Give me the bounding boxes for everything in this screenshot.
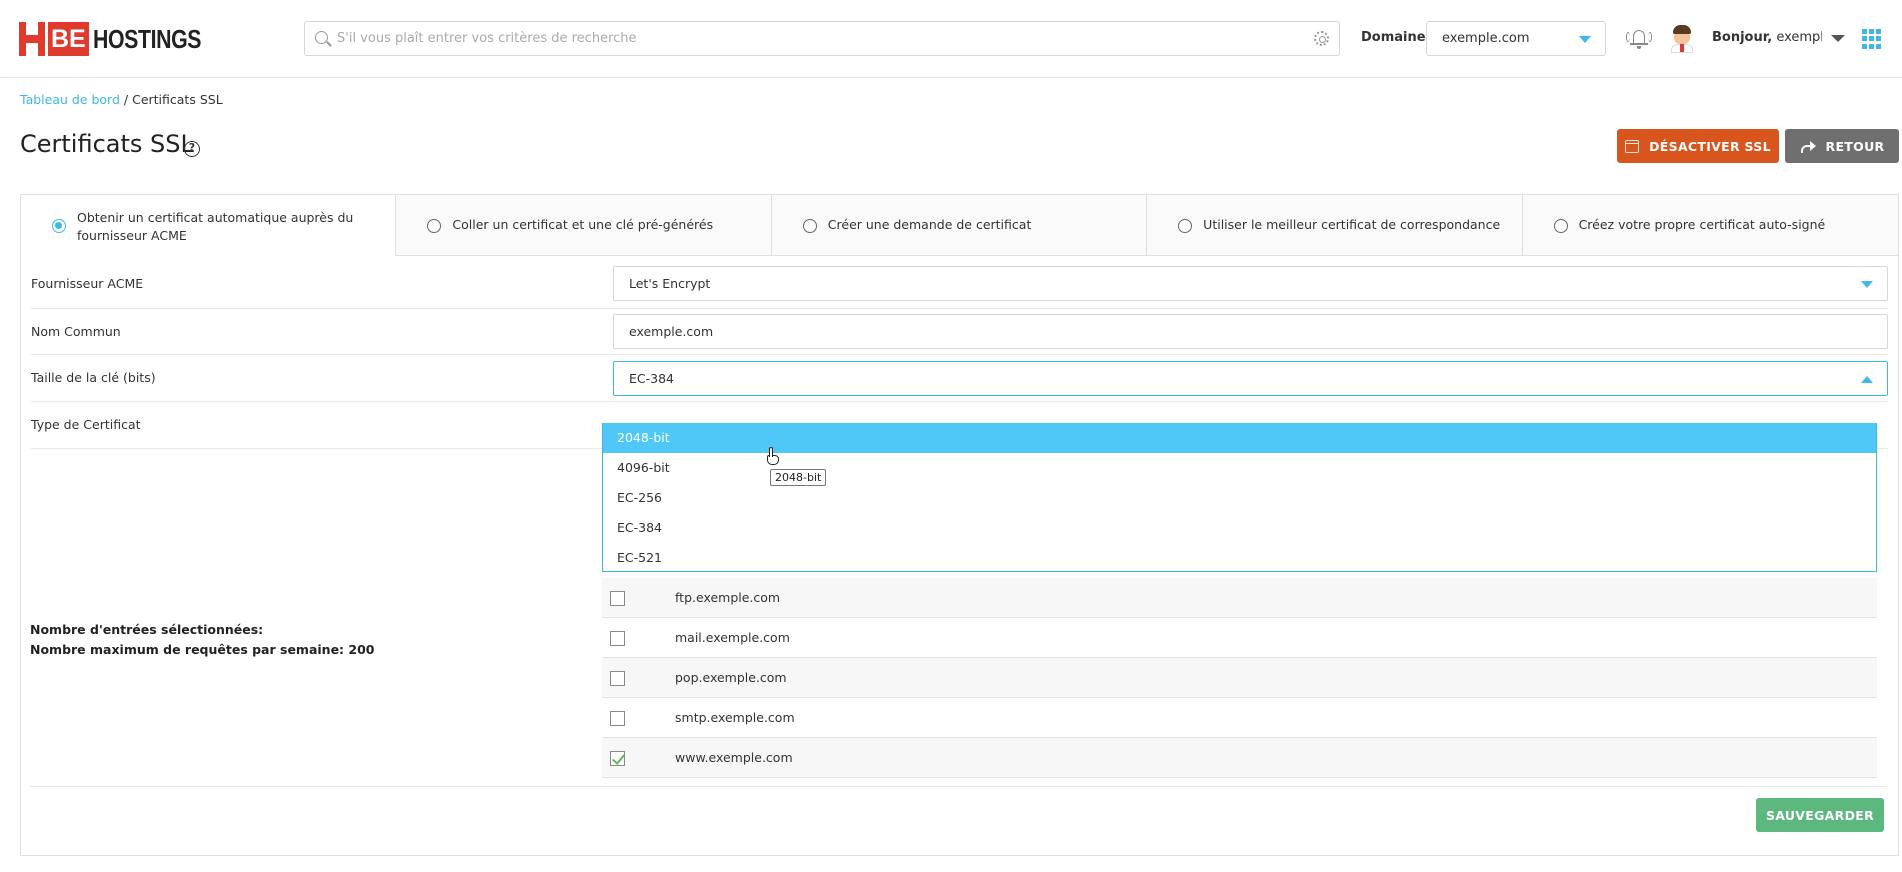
greeting-bold: Bonjour,	[1712, 30, 1773, 45]
list-item: smtp.exemple.com	[602, 698, 1877, 738]
domain-label: Domaine	[1361, 30, 1426, 45]
list-item: www.exemple.com	[602, 738, 1877, 778]
key-size-value: EC-384	[629, 371, 674, 386]
common-name-input[interactable]: exemple.com	[613, 314, 1888, 349]
subdomain-host: mail.exemple.com	[675, 630, 790, 645]
list-item: mail.exemple.com	[602, 618, 1877, 658]
subdomain-checkbox[interactable]	[610, 711, 625, 726]
acme-provider-select[interactable]: Let's Encrypt	[613, 266, 1888, 301]
search-icon	[315, 31, 328, 44]
subdomain-list: ftp.exemple.com mail.exemple.com pop.exe…	[602, 578, 1877, 778]
tab-self-signed[interactable]: Créez votre propre certificat auto-signé	[1522, 195, 1898, 256]
option-tooltip: 2048-bit	[770, 469, 827, 486]
divider	[30, 786, 1887, 787]
acme-provider-value: Let's Encrypt	[629, 276, 711, 291]
bell-icon[interactable]	[1626, 26, 1652, 52]
radio-acme[interactable]	[52, 219, 66, 233]
tab-best-match[interactable]: Utiliser le meilleur certificat de corre…	[1147, 195, 1523, 256]
common-name-value: exemple.com	[629, 324, 714, 339]
disable-ssl-button[interactable]: DÉSACTIVER SSL	[1617, 129, 1779, 163]
tab-create-request[interactable]: Créer une demande de certificat	[771, 195, 1148, 256]
user-menu-caret-icon[interactable]	[1831, 35, 1845, 42]
avatar[interactable]	[1669, 25, 1695, 53]
subdomain-checkbox[interactable]	[610, 671, 625, 686]
back-button[interactable]: RETOUR	[1785, 129, 1899, 163]
help-icon[interactable]: ?	[184, 141, 200, 157]
page-title: Certificats SSL	[20, 130, 194, 158]
selected-entries-text: Nombre d'entrées sélectionnées:	[30, 622, 264, 637]
ssl-method-tabs: Obtenir un certificat automatique auprès…	[21, 195, 1898, 256]
breadcrumb-separator: /	[119, 92, 133, 107]
acme-provider-label: Fournisseur ACME	[31, 276, 144, 291]
key-size-label: Taille de la clé (bits)	[31, 370, 156, 385]
logo-be: BE	[48, 22, 89, 56]
cert-type-label: Type de Certificat	[31, 417, 141, 432]
disable-ssl-label: DÉSACTIVER SSL	[1649, 138, 1771, 154]
tab-label: Obtenir un certificat automatique auprès…	[77, 210, 354, 243]
key-size-row: Taille de la clé (bits) EC-384	[31, 355, 1888, 402]
list-item: ftp.exemple.com	[602, 578, 1877, 618]
tab-paste-certificate[interactable]: Coller un certificat et une clé pré-géné…	[396, 195, 772, 256]
subdomain-host: www.exemple.com	[675, 750, 793, 765]
tab-acme[interactable]: Obtenir un certificat automatique auprès…	[21, 195, 397, 256]
common-name-label: Nom Commun	[31, 324, 121, 339]
tab-label: Créer une demande de certificat	[827, 217, 1032, 232]
chevron-up-icon	[1861, 376, 1873, 383]
apps-grid-icon[interactable]	[1862, 29, 1882, 49]
top-bar: BE HOSTINGS Domaine exemple.com Bonjour,…	[0, 0, 1902, 78]
common-name-row: Nom Commun exemple.com	[31, 309, 1888, 355]
breadcrumb: Tableau de bord / Certificats SSL	[20, 92, 223, 107]
brand-logo[interactable]: BE HOSTINGS	[19, 22, 225, 56]
subdomain-host: ftp.exemple.com	[675, 590, 781, 605]
key-size-select[interactable]: EC-384	[613, 361, 1888, 396]
back-arrow-icon	[1800, 140, 1816, 153]
radio-paste[interactable]	[427, 219, 442, 233]
subdomain-checkbox[interactable]	[610, 751, 625, 766]
subdomain-host: pop.exemple.com	[675, 670, 787, 685]
save-button[interactable]: SAUVEGARDER	[1756, 798, 1884, 832]
tab-label: Coller un certificat et une clé pré-géné…	[452, 217, 714, 232]
key-size-option[interactable]: EC-256	[603, 483, 1876, 513]
radio-self-signed[interactable]	[1553, 219, 1568, 233]
subdomain-checkbox[interactable]	[610, 591, 625, 606]
subdomain-checkbox[interactable]	[610, 631, 625, 646]
acme-provider-row: Fournisseur ACME Let's Encrypt	[31, 258, 1888, 309]
search-input[interactable]	[337, 22, 1297, 55]
domain-select[interactable]: exemple.com	[1426, 21, 1606, 56]
key-size-option[interactable]: 2048-bit	[603, 423, 1876, 453]
greeting-user: exemplec	[1776, 30, 1822, 45]
domain-value: exemple.com	[1442, 31, 1530, 46]
breadcrumb-home-link[interactable]: Tableau de bord	[20, 92, 120, 107]
logo-h-mark	[19, 22, 45, 56]
radio-request[interactable]	[802, 219, 817, 233]
gear-icon[interactable]	[1314, 31, 1329, 46]
user-greeting[interactable]: Bonjour, exemplec	[1712, 30, 1822, 45]
key-size-option[interactable]: EC-384	[603, 513, 1876, 543]
tab-label: Créez votre propre certificat auto-signé	[1578, 217, 1826, 232]
key-size-option[interactable]: EC-521	[603, 543, 1876, 573]
calendar-icon	[1625, 139, 1640, 153]
key-size-dropdown: 2048-bit 4096-bit EC-256 EC-384 EC-521	[602, 423, 1877, 572]
chevron-down-icon	[1861, 281, 1873, 288]
breadcrumb-current: Certificats SSL	[132, 92, 223, 107]
search-box	[304, 21, 1340, 56]
tab-label: Utiliser le meilleur certificat de corre…	[1203, 217, 1501, 232]
chevron-down-icon	[1579, 36, 1591, 43]
radio-best-match[interactable]	[1178, 219, 1193, 233]
hand-cursor-icon	[766, 447, 780, 467]
list-item: pop.exemple.com	[602, 658, 1877, 698]
back-label: RETOUR	[1825, 138, 1885, 154]
max-requests-text: Nombre maximum de requêtes par semaine: …	[30, 642, 375, 657]
subdomain-host: smtp.exemple.com	[675, 710, 795, 725]
request-info: Nombre d'entrées sélectionnées: Nombre m…	[30, 620, 375, 660]
logo-text: HOSTINGS	[92, 23, 201, 54]
